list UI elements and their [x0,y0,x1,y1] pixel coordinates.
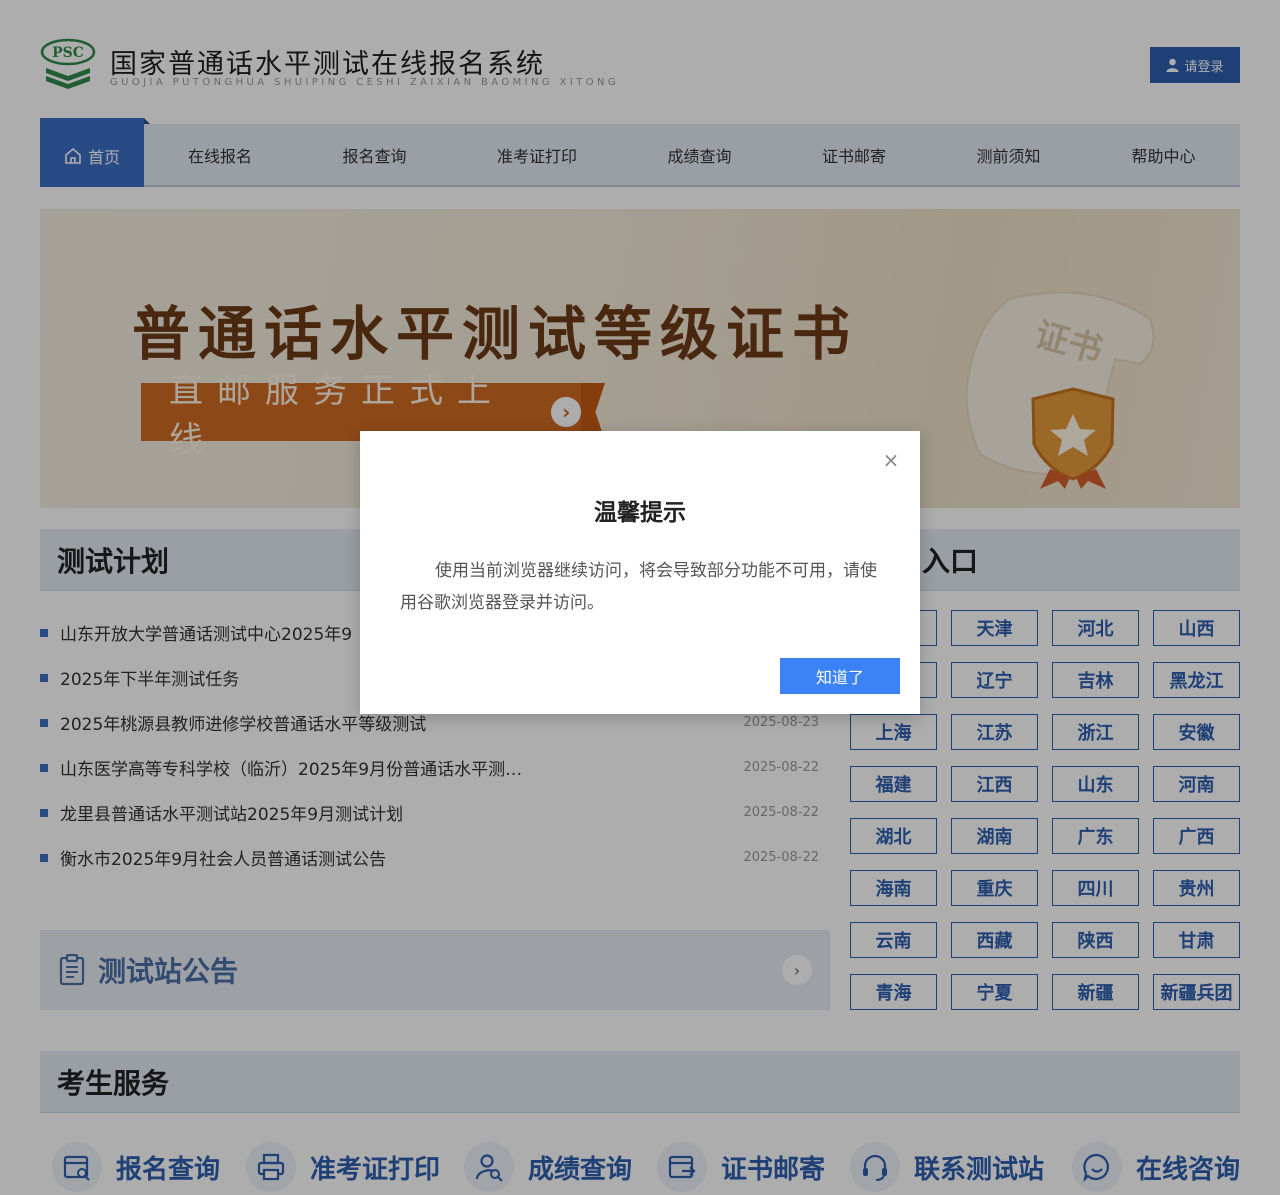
acknowledge-button[interactable]: 知道了 [780,658,900,694]
tip-modal: × 温馨提示 使用当前浏览器继续访问，将会导致部分功能不可用，请使用谷歌浏览器登… [360,431,920,714]
modal-title: 温馨提示 [594,500,686,526]
close-icon[interactable]: × [882,450,900,470]
modal-message: 使用当前浏览器继续访问，将会导致部分功能不可用，请使用谷歌浏览器登录并访问。 [400,561,877,613]
